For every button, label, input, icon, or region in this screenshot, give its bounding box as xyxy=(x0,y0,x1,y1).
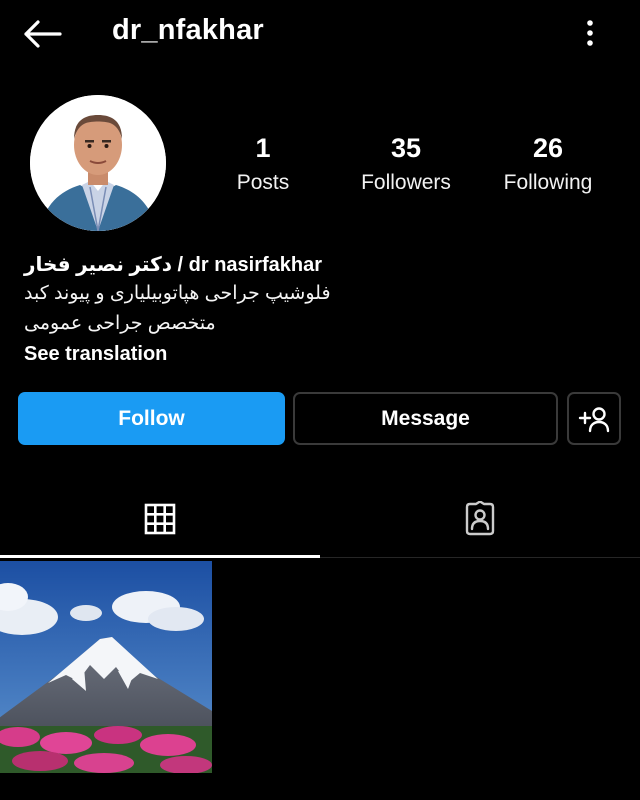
top-bar: dr_nfakhar xyxy=(0,0,640,66)
bio-line: متخصص جراحی عمومی xyxy=(24,313,216,334)
followers-stat[interactable]: 35 Followers xyxy=(346,132,466,198)
active-tab-indicator xyxy=(0,555,320,558)
tab-posts-grid[interactable] xyxy=(0,480,320,558)
post-thumbnail[interactable] xyxy=(0,561,212,773)
grid-icon xyxy=(144,503,176,535)
profile-username: dr_nfakhar xyxy=(112,14,264,46)
following-label: Following xyxy=(503,171,593,194)
posts-stat: 1 Posts xyxy=(213,132,313,198)
message-button[interactable]: Message xyxy=(293,392,558,445)
back-button[interactable] xyxy=(22,18,62,50)
avatar[interactable] xyxy=(30,95,166,231)
profile-photo xyxy=(30,95,166,231)
suggested-users-button[interactable] xyxy=(567,392,621,445)
vertical-ellipsis-icon xyxy=(587,20,593,46)
add-person-icon xyxy=(578,406,610,432)
following-count: 26 xyxy=(532,133,564,163)
posts-count: 1 xyxy=(255,133,271,163)
arrow-left-icon xyxy=(24,20,62,48)
mountain-landscape-photo xyxy=(0,561,212,773)
tab-tagged[interactable] xyxy=(320,480,640,558)
followers-label: Followers xyxy=(361,171,451,194)
bio-line: فلوشیپ جراحی هپاتوبیلیاری و پیوند کبد xyxy=(24,283,331,304)
follow-button[interactable]: Follow xyxy=(18,392,285,445)
tagged-person-icon xyxy=(465,501,495,536)
bio-display-name: دکتر نصیر فخار / dr nasirfakhar xyxy=(24,254,323,276)
followers-count: 35 xyxy=(390,133,422,163)
see-translation-link[interactable]: See translation xyxy=(24,339,614,369)
profile-tabs xyxy=(0,480,640,558)
more-options-button[interactable] xyxy=(578,16,602,50)
following-stat[interactable]: 26 Following xyxy=(490,132,606,198)
profile-bio: دکتر نصیر فخار / dr nasirfakhar فلوشیپ ج… xyxy=(24,251,614,369)
posts-label: Posts xyxy=(236,171,290,194)
